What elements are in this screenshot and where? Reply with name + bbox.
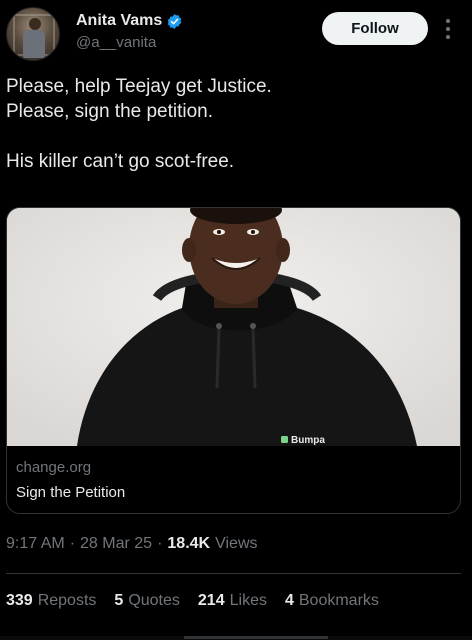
link-card-image[interactable]: Bumpa [7, 208, 460, 446]
tweet-line: Please, help Teejay get Justice. [6, 76, 272, 97]
verified-badge-icon [168, 13, 182, 29]
reposts-label: Reposts [37, 592, 97, 609]
tweet-line: His killer can’t go scot-free. [6, 151, 235, 172]
more-dot [446, 27, 450, 31]
bookmarks-label: Bookmarks [298, 592, 379, 609]
quotes-stat[interactable]: 5 Quotes [114, 592, 180, 610]
tweet-line: Please, sign the petition. [6, 101, 214, 122]
quotes-count: 5 [114, 592, 124, 609]
views-label: Views [215, 535, 258, 552]
tweet-line [6, 124, 466, 149]
hoodie-brand-text: Bumpa [291, 435, 325, 446]
bottom-line [184, 636, 328, 639]
link-preview-card[interactable]: Bumpa change.org Sign the Petition [6, 207, 461, 514]
likes-stat[interactable]: 214 Likes [198, 592, 267, 610]
likes-label: Likes [229, 592, 267, 609]
more-dot [446, 19, 450, 23]
follow-button[interactable]: Follow [322, 12, 428, 45]
tweet-text: Please, help Teejay get Justice. Please,… [6, 74, 466, 174]
tweet-header: Anita Vams @a__vanita Follow [0, 0, 472, 66]
bookmarks-count: 4 [284, 592, 294, 609]
avatar[interactable] [6, 7, 60, 61]
author-handle[interactable]: @a__vanita [76, 34, 156, 51]
bottom-divider-bar [0, 636, 472, 640]
meta-separator: · [69, 535, 76, 552]
meta-separator: · [157, 535, 163, 552]
avatar-head-shape [29, 18, 41, 30]
reposts-count: 339 [6, 592, 33, 609]
reposts-stat[interactable]: 339 Reposts [6, 592, 96, 610]
link-card-domain[interactable]: change.org [16, 459, 91, 476]
person-photo: Bumpa [7, 208, 460, 446]
tweet-date[interactable]: 28 Mar 25 [80, 535, 152, 553]
quotes-label: Quotes [128, 592, 180, 609]
tweet-meta: 9:17 AM · 28 Mar 25 · 18.4K Views [6, 535, 258, 553]
more-options-icon[interactable] [443, 16, 453, 42]
likes-count: 214 [197, 592, 225, 609]
engagement-stats: 339 Reposts 5 Quotes 214 Likes 4 Bookmar… [6, 592, 379, 610]
more-dot [446, 35, 450, 39]
tweet-time[interactable]: 9:17 AM [6, 535, 65, 553]
divider [6, 573, 461, 574]
author-name[interactable]: Anita Vams [76, 12, 162, 30]
link-card-title[interactable]: Sign the Petition [16, 484, 125, 501]
views-count[interactable]: 18.4K [167, 535, 210, 553]
bookmarks-stat[interactable]: 4 Bookmarks [285, 592, 379, 610]
author-name-row[interactable]: Anita Vams [76, 12, 183, 30]
avatar-body-shape [23, 30, 45, 58]
